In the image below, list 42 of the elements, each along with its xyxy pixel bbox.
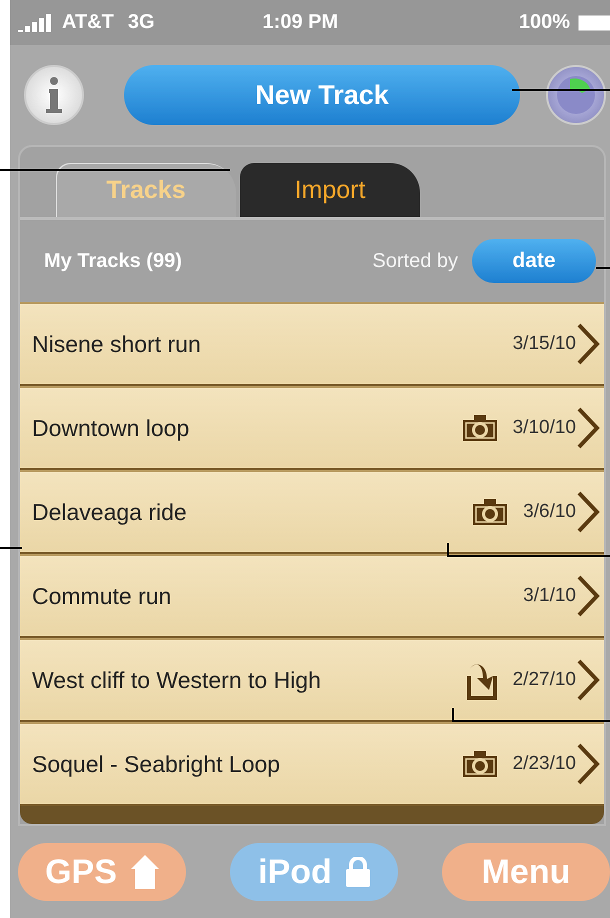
leader-line	[0, 547, 22, 549]
info-icon	[46, 77, 62, 113]
camera-icon	[460, 413, 499, 443]
leader-line	[596, 267, 610, 269]
lock-icon	[346, 857, 370, 887]
camera-icon	[471, 497, 510, 527]
track-name: Downtown loop	[32, 414, 190, 442]
track-row[interactable]: Commute run 3/1/10	[20, 554, 604, 638]
chevron-icon	[576, 406, 600, 450]
clock-time: 1:09 PM	[262, 11, 338, 34]
camera-icon	[460, 749, 499, 779]
chevron-icon	[576, 658, 600, 702]
sort-label: Sorted by	[372, 250, 458, 272]
battery-icon	[578, 14, 610, 30]
tab[interactable]: Import	[240, 163, 420, 217]
track-row[interactable]: Soquel - Seabright Loop 2/23/10	[20, 722, 604, 806]
track-row[interactable]: Nisene short run 3/15/10	[20, 302, 604, 386]
signal-icon	[18, 14, 54, 32]
house-icon	[130, 855, 159, 889]
track-row[interactable]: West cliff to Western to High 2/27/10	[20, 638, 604, 722]
track-date: 2/27/10	[512, 669, 576, 691]
track-name: West cliff to Western to High	[32, 666, 322, 694]
track-row[interactable]: Delaveaga ride 3/6/10	[20, 470, 604, 554]
track-date: 2/23/10	[512, 753, 576, 775]
network-text: 3G	[128, 11, 155, 34]
track-date: 3/10/10	[512, 417, 576, 439]
track-row[interactable]: Downtown loop 3/10/10	[20, 386, 604, 470]
list-title: My Tracks (99)	[44, 250, 183, 272]
track-date: 3/15/10	[512, 333, 576, 355]
track-date: 3/6/10	[523, 501, 576, 523]
battery-percent: 100%	[518, 11, 570, 34]
chevron-icon	[576, 574, 600, 618]
track-name: Soquel - Seabright Loop	[32, 750, 282, 778]
track-name: Commute run	[32, 582, 172, 610]
chevron-icon	[576, 742, 600, 786]
track-date: 3/1/10	[523, 585, 576, 607]
track-name: Nisene short run	[32, 330, 202, 358]
track-name: Delaveaga ride	[32, 498, 188, 526]
carrier-text: AT&T	[62, 11, 114, 34]
chevron-icon	[576, 490, 600, 534]
globe-icon	[556, 75, 596, 115]
chevron-icon	[576, 322, 600, 366]
